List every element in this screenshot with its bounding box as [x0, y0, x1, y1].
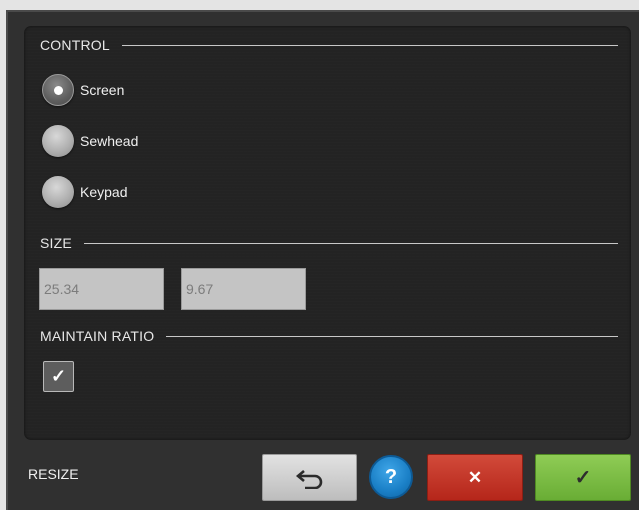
radio-label-screen: Screen: [80, 82, 125, 98]
undo-arrow-icon: [295, 469, 322, 489]
control-heading: CONTROL: [40, 37, 110, 53]
size-heading: SIZE: [40, 235, 72, 251]
help-button[interactable]: ?: [369, 455, 413, 499]
ratio-section-header: MAINTAIN RATIO: [40, 326, 618, 346]
size-section-header: SIZE: [40, 233, 618, 253]
radio-button[interactable]: [42, 125, 74, 157]
checkmark-icon: ✓: [50, 366, 67, 386]
radio-option-keypad[interactable]: Keypad: [42, 176, 127, 208]
control-section-header: CONTROL: [40, 35, 618, 55]
cancel-button[interactable]: ✕: [427, 454, 523, 501]
ratio-heading: MAINTAIN RATIO: [40, 328, 155, 344]
undo-button[interactable]: [262, 454, 357, 501]
maintain-ratio-checkbox[interactable]: ✓: [43, 361, 74, 392]
checkmark-icon: ✓: [574, 467, 592, 489]
confirm-button[interactable]: ✓: [535, 454, 631, 501]
radio-label-keypad: Keypad: [80, 184, 128, 200]
size-divider: [83, 242, 618, 244]
radio-dot-icon: [53, 85, 63, 95]
radio-button[interactable]: [42, 176, 74, 208]
ratio-divider: [166, 335, 618, 337]
dialog-title: RESIZE: [28, 466, 79, 482]
radio-option-screen[interactable]: Screen: [42, 74, 124, 106]
radio-button-selected[interactable]: [42, 74, 74, 106]
cancel-x-icon: ✕: [467, 467, 483, 487]
height-field[interactable]: 9.67: [181, 268, 306, 310]
radio-option-sewhead[interactable]: Sewhead: [42, 125, 138, 157]
help-icon: ?: [384, 465, 398, 488]
control-divider: [121, 44, 618, 46]
width-field[interactable]: 25.34: [39, 268, 164, 310]
radio-label-sewhead: Sewhead: [80, 133, 139, 149]
